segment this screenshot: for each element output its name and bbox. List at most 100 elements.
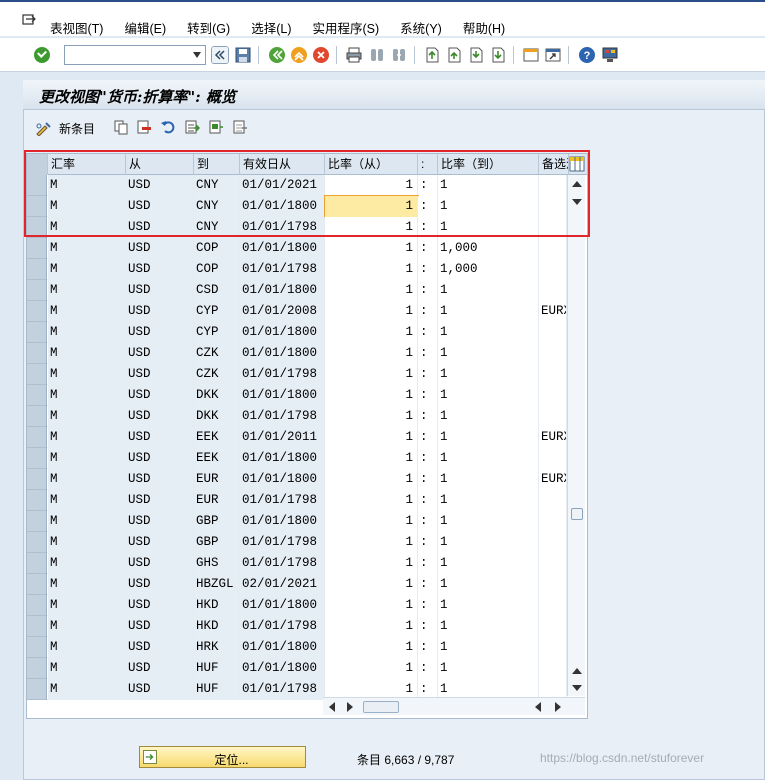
ratio-from-cell[interactable]: 1 [325, 175, 418, 196]
alt-rate-cell[interactable] [539, 448, 567, 469]
back-icon[interactable] [268, 46, 286, 64]
ratio-from-cell[interactable]: 1 [325, 343, 418, 364]
save-icon[interactable] [234, 46, 252, 64]
row-selector[interactable] [27, 364, 47, 385]
row-selector[interactable] [27, 406, 47, 427]
column-header[interactable]: 比率（到） [438, 154, 539, 175]
alt-rate-cell[interactable]: EURX [539, 469, 567, 490]
row-selector[interactable] [27, 490, 47, 511]
row-selector[interactable] [27, 532, 47, 553]
ratio-to-cell[interactable]: 1 [438, 364, 539, 385]
select-block-icon[interactable] [208, 119, 224, 135]
ratio-from-cell[interactable]: 1 [325, 511, 418, 532]
alt-rate-cell[interactable] [539, 616, 567, 637]
menu-item[interactable]: 选择(L) [251, 18, 291, 37]
command-dropdown-icon[interactable] [193, 52, 201, 58]
alt-rate-cell[interactable] [539, 259, 567, 280]
column-header[interactable]: 从 [126, 154, 194, 175]
ratio-to-cell[interactable]: 1 [438, 196, 539, 217]
print-icon[interactable] [345, 46, 363, 64]
scroll-left-icon[interactable] [535, 702, 541, 712]
ratio-from-cell[interactable]: 1 [325, 616, 418, 637]
row-selector[interactable] [27, 301, 47, 322]
row-selector[interactable] [27, 175, 47, 196]
alt-rate-cell[interactable] [539, 175, 567, 196]
select-all-header[interactable] [27, 154, 48, 175]
ratio-from-cell[interactable]: 1 [325, 385, 418, 406]
column-header[interactable]: 到 [194, 154, 240, 175]
alt-rate-cell[interactable] [539, 406, 567, 427]
enter-icon[interactable] [34, 47, 50, 63]
ratio-to-cell[interactable]: 1 [438, 175, 539, 196]
row-selector[interactable] [27, 448, 47, 469]
ratio-from-cell[interactable]: 1 [325, 427, 418, 448]
alt-rate-cell[interactable] [539, 238, 567, 259]
ratio-from-cell[interactable]: 1 [325, 637, 418, 658]
row-selector[interactable] [27, 280, 47, 301]
row-selector[interactable] [27, 322, 47, 343]
alt-rate-cell[interactable] [539, 322, 567, 343]
row-selector[interactable] [27, 616, 47, 637]
ratio-to-cell[interactable]: 1 [438, 616, 539, 637]
ratio-to-cell[interactable]: 1 [438, 469, 539, 490]
ratio-to-cell[interactable]: 1,000 [438, 238, 539, 259]
alt-rate-cell[interactable] [539, 385, 567, 406]
ratio-from-cell[interactable]: 1 [325, 322, 418, 343]
last-page-icon[interactable] [489, 46, 507, 64]
vertical-scrollbar[interactable] [567, 175, 585, 696]
row-selector[interactable] [27, 385, 47, 406]
shortcut-icon[interactable] [544, 46, 562, 64]
customize-layout-icon[interactable] [601, 46, 619, 64]
row-selector[interactable] [27, 259, 47, 280]
menu-item[interactable]: 帮助(H) [463, 18, 505, 37]
collapse-icon[interactable] [211, 46, 229, 64]
row-selector[interactable] [27, 238, 47, 259]
menu-system-icon[interactable] [22, 14, 36, 26]
ratio-to-cell[interactable]: 1 [438, 385, 539, 406]
menu-item[interactable]: 系统(Y) [400, 18, 442, 37]
ratio-from-cell[interactable]: 1 [325, 469, 418, 490]
column-header[interactable]: 比率（从） [325, 154, 418, 175]
table-settings-icon[interactable] [569, 156, 585, 172]
alt-rate-cell[interactable] [539, 574, 567, 595]
find-icon[interactable] [368, 46, 386, 64]
ratio-to-cell[interactable]: 1 [438, 490, 539, 511]
alt-rate-cell[interactable] [539, 490, 567, 511]
scroll-up-icon[interactable] [572, 181, 582, 187]
row-selector[interactable] [27, 679, 47, 700]
new-entries-button[interactable]: 新条目 [35, 120, 95, 137]
ratio-to-cell[interactable]: 1 [438, 448, 539, 469]
command-field[interactable] [64, 45, 206, 65]
exit-icon[interactable] [290, 46, 308, 64]
row-selector[interactable] [27, 196, 47, 217]
ratio-to-cell[interactable]: 1 [438, 217, 539, 238]
alt-rate-cell[interactable] [539, 532, 567, 553]
alt-rate-cell[interactable] [539, 637, 567, 658]
row-selector[interactable] [27, 427, 47, 448]
menu-item[interactable]: 编辑(E) [124, 18, 166, 37]
row-selector[interactable] [27, 343, 47, 364]
alt-rate-cell[interactable] [539, 217, 567, 238]
ratio-from-cell[interactable]: 1 [324, 195, 419, 218]
scroll-thumb[interactable] [363, 701, 399, 713]
horizontal-scrollbar[interactable] [323, 697, 585, 715]
ratio-to-cell[interactable]: 1 [438, 343, 539, 364]
ratio-to-cell[interactable]: 1 [438, 532, 539, 553]
column-header[interactable]: 备选汇 [539, 154, 569, 175]
select-all-icon[interactable] [184, 119, 200, 135]
ratio-to-cell[interactable]: 1,000 [438, 259, 539, 280]
ratio-from-cell[interactable]: 1 [325, 406, 418, 427]
row-selector[interactable] [27, 637, 47, 658]
create-session-icon[interactable] [522, 46, 540, 64]
scroll-right-icon[interactable] [555, 702, 561, 712]
deselect-all-icon[interactable] [232, 119, 248, 135]
ratio-to-cell[interactable]: 1 [438, 574, 539, 595]
position-button[interactable]: 定位... [139, 746, 306, 768]
scroll-thumb[interactable] [571, 508, 583, 520]
ratio-from-cell[interactable]: 1 [325, 574, 418, 595]
scroll-left-icon[interactable] [329, 702, 335, 712]
column-header[interactable]: : [418, 154, 438, 175]
ratio-from-cell[interactable]: 1 [325, 532, 418, 553]
ratio-to-cell[interactable]: 1 [438, 553, 539, 574]
ratio-from-cell[interactable]: 1 [325, 658, 418, 679]
